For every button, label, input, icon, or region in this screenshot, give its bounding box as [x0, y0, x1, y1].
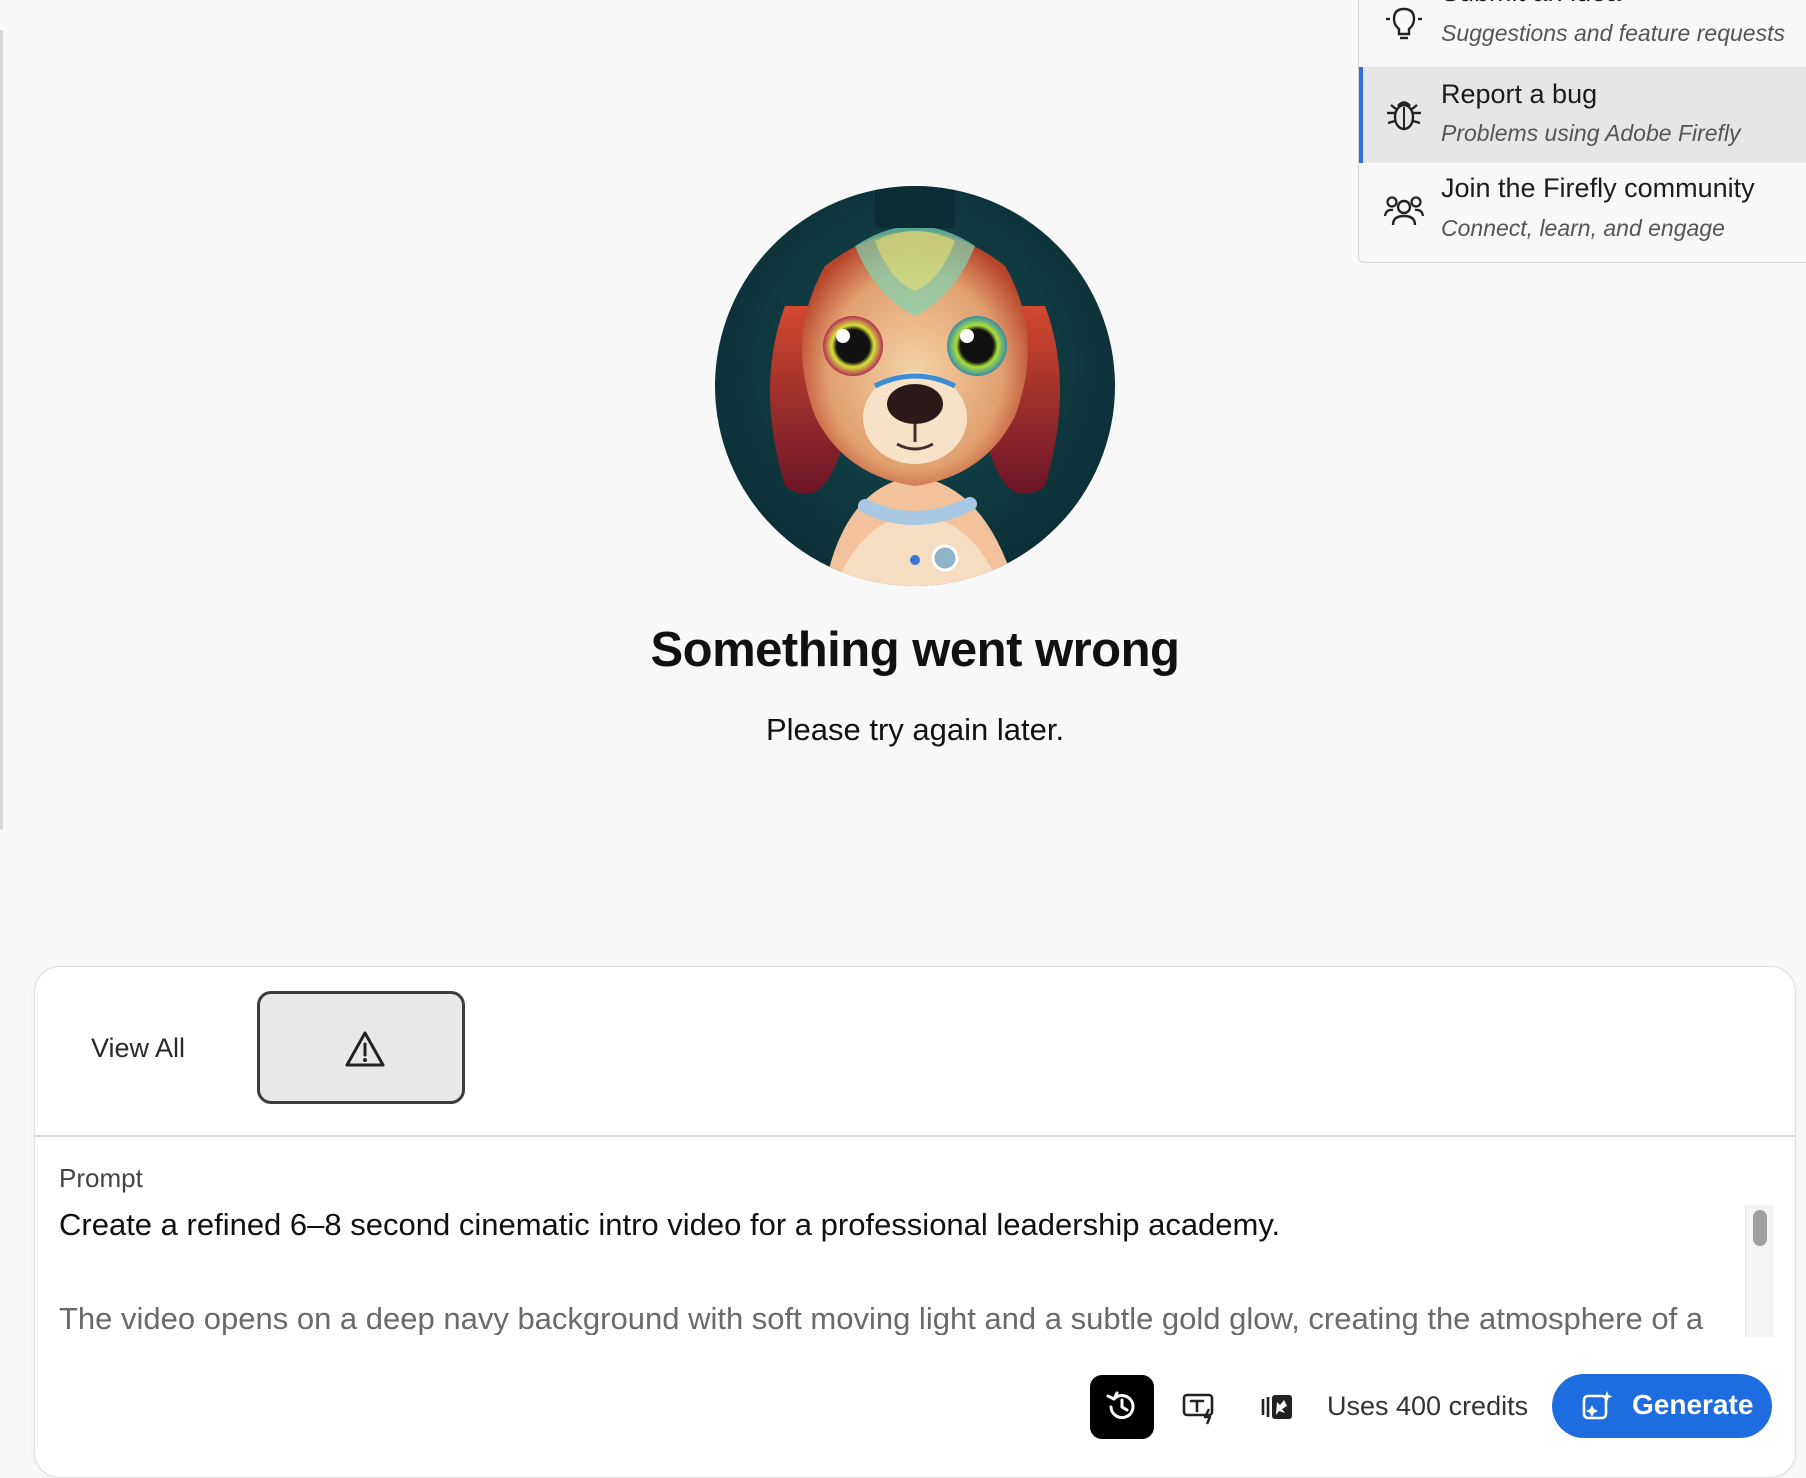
warning-icon	[345, 1031, 385, 1067]
error-dog-illustration	[715, 186, 1115, 586]
history-icon	[1106, 1391, 1135, 1420]
menu-item-submit-idea[interactable]: Submit an idea Suggestions and feature r…	[1359, 0, 1806, 69]
view-all-button[interactable]: View All	[91, 1033, 185, 1064]
generate-label: Generate	[1632, 1389, 1754, 1420]
prompt-text-line: Create a refined 6–8 second cinematic in…	[59, 1207, 1281, 1242]
menu-item-title: Join the Firefly community	[1441, 173, 1755, 203]
left-edge	[0, 30, 3, 830]
menu-item-join-community[interactable]: Join the Firefly community Connect, lear…	[1359, 163, 1806, 259]
menu-item-report-bug[interactable]: Report a bug Problems using Adobe Firefl…	[1359, 67, 1806, 163]
generation-panel: View All Prompt Create a refined 6–8 sec…	[34, 966, 1796, 1478]
menu-item-description: Problems using Adobe Firefly	[1441, 120, 1741, 146]
text-effects-button[interactable]	[1168, 1375, 1232, 1439]
error-message: Please try again later.	[765, 712, 1065, 747]
help-menu: Submit an idea Suggestions and feature r…	[1358, 0, 1806, 263]
community-icon	[1383, 196, 1425, 226]
menu-item-description: Connect, learn, and engage	[1441, 215, 1725, 241]
style-effects-button[interactable]	[1245, 1375, 1309, 1439]
prompt-text-line: The video opens on a deep navy backgroun…	[59, 1301, 1704, 1335]
style-effects-icon	[1261, 1395, 1292, 1419]
generation-thumbnail[interactable]	[257, 991, 465, 1104]
text-effects-icon	[1182, 1393, 1214, 1425]
history-button[interactable]	[1090, 1375, 1154, 1439]
panel-divider	[35, 1135, 1795, 1137]
menu-item-title: Submit an idea	[1441, 0, 1621, 8]
generate-button[interactable]: Generate	[1552, 1374, 1772, 1438]
menu-item-description: Suggestions and feature requests	[1441, 20, 1785, 46]
prompt-label: Prompt	[59, 1163, 143, 1193]
menu-item-title: Report a bug	[1441, 79, 1598, 109]
prompt-scrollbar-thumb[interactable]	[1753, 1210, 1767, 1246]
credits-text: Uses 400 credits	[1327, 1391, 1529, 1421]
prompt-input[interactable]: Create a refined 6–8 second cinematic in…	[59, 1207, 1769, 1335]
generate-sparkle-icon	[1582, 1391, 1613, 1420]
lightbulb-icon	[1386, 7, 1422, 40]
error-title: Something went wrong	[650, 623, 1180, 677]
bug-icon	[1387, 101, 1421, 131]
